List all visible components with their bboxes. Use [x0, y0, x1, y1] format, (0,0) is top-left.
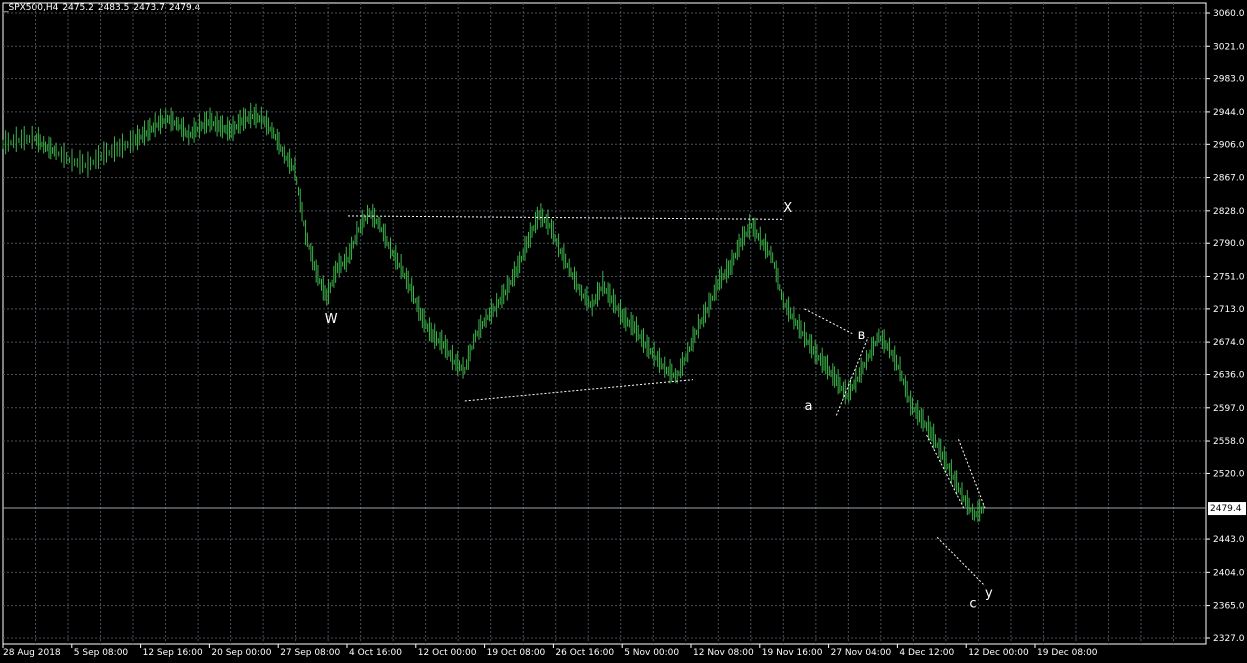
current-price-label: 2479.4 [1210, 504, 1242, 514]
time-tick-label: 19 Oct 08:00 [487, 648, 546, 658]
time-tick-label: 12 Nov 08:00 [693, 648, 754, 658]
wave-label-w: W [325, 312, 338, 327]
time-tick-label: 20 Sep 00:00 [211, 648, 271, 658]
time-tick-label: 5 Sep 08:00 [74, 648, 129, 658]
elliott-wave-lines [348, 215, 986, 587]
time-tick-label: 12 Oct 00:00 [418, 648, 477, 658]
time-tick-label: 12 Dec 00:00 [968, 648, 1029, 658]
wave-label-b: в [858, 328, 866, 343]
time-tick-label: 26 Oct 16:00 [555, 648, 614, 658]
price-tick-label: 2365.0 [1213, 602, 1245, 612]
time-tick-label: 5 Nov 00:00 [624, 648, 679, 658]
time-tick-label: 27 Sep 08:00 [280, 648, 340, 658]
wave-line [926, 434, 965, 509]
price-chart[interactable]: 3060.0 3021.0 2983.0 2944.0 2906.0 2867.0 2828… [0, 0, 1247, 663]
wave-line [835, 336, 869, 416]
price-tick-label: 2520.0 [1213, 469, 1245, 479]
wave-line [804, 308, 853, 335]
time-tick-label: 28 Aug 2018 [3, 648, 61, 658]
price-tick-label: 2906.0 [1213, 140, 1245, 150]
chart-frame [2, 2, 1207, 645]
time-tick-label: 27 Nov 04:00 [831, 648, 892, 658]
price-tick-label: 2713.0 [1213, 305, 1245, 315]
time-tick-label: 4 Oct 16:00 [349, 648, 402, 658]
price-tick-label: 2674.0 [1213, 338, 1245, 348]
price-tick-label: 3060.0 [1213, 9, 1245, 19]
price-series [2, 102, 984, 523]
chart-grid [2, 2, 1207, 645]
wave-label-a: a [805, 399, 813, 414]
price-tick-label: 2828.0 [1213, 207, 1245, 217]
price-tick-label: 2751.0 [1213, 272, 1245, 282]
price-tick-label: 2944.0 [1213, 108, 1245, 118]
price-tick-label: 2327.0 [1213, 634, 1245, 644]
price-tick-label: 2790.0 [1213, 239, 1245, 249]
price-tick-label: 2558.0 [1213, 437, 1245, 447]
time-tick-label: 19 Dec 08:00 [1037, 648, 1098, 658]
wave-label-x: X [783, 201, 792, 216]
price-tick-label: 2443.0 [1213, 535, 1245, 545]
wave-line [936, 537, 986, 587]
price-tick-label: 2597.0 [1213, 404, 1245, 414]
price-tick-label: 2983.0 [1213, 75, 1245, 85]
price-axis: 3060.0 3021.0 2983.0 2944.0 2906.0 2867.0 2828… [1206, 9, 1245, 644]
time-axis: 28 Aug 2018 5 Sep 08:00 12 Sep 16:00 20 Sep… [2, 644, 1098, 658]
current-price-tag: 2479.4 [1208, 502, 1246, 516]
price-tick-label: 3021.0 [1213, 42, 1245, 52]
wave-label-c: c [969, 597, 976, 612]
time-tick-label: 4 Dec 12:00 [899, 648, 954, 658]
price-tick-label: 2636.0 [1213, 371, 1245, 381]
price-tick-label: 2404.0 [1213, 568, 1245, 578]
time-tick-label: 19 Nov 16:00 [762, 648, 823, 658]
wave-label-y: y [985, 586, 993, 601]
price-tick-label: 2867.0 [1213, 174, 1245, 184]
wave-line [464, 379, 694, 402]
time-tick-label: 12 Sep 16:00 [143, 648, 203, 658]
